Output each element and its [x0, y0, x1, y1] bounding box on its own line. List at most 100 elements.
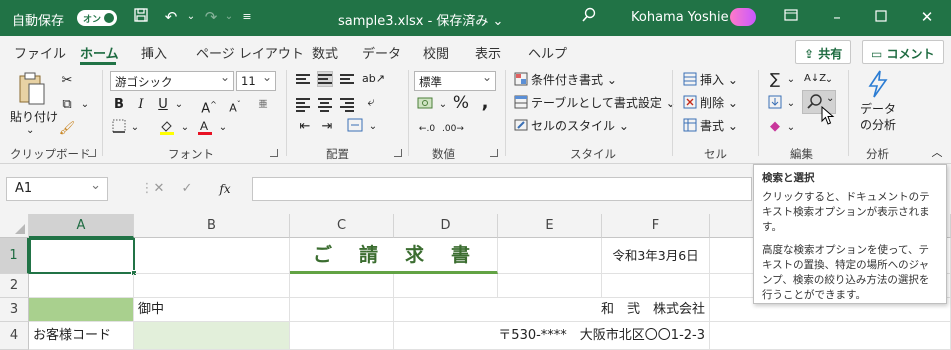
maximize-icon[interactable] — [870, 7, 892, 27]
phonetic-icon[interactable]: 亜 — [254, 96, 272, 114]
name-box[interactable]: A1 — [6, 177, 108, 201]
customize-qat-icon[interactable]: ≡ — [236, 7, 258, 27]
collapse-ribbon-icon[interactable]: ︿ — [928, 144, 946, 162]
cell-e1[interactable] — [498, 238, 602, 274]
customer-code-input[interactable] — [134, 322, 290, 350]
increase-font-icon[interactable]: A^ — [200, 96, 218, 116]
tab-page-layout[interactable]: ページ レイアウト — [196, 43, 304, 62]
clipboard-launcher-icon[interactable] — [88, 149, 96, 157]
row-header-3[interactable]: 3 — [0, 298, 29, 322]
comma-style-icon[interactable]: , — [476, 94, 494, 112]
align-right-icon[interactable] — [340, 96, 354, 114]
undo-icon[interactable]: ↶ — [160, 7, 182, 27]
cell-c3[interactable] — [290, 298, 394, 322]
borders-dropdown-icon[interactable]: ⌄ — [126, 119, 144, 137]
font-size-select[interactable]: 11 — [236, 70, 276, 91]
format-as-table-button[interactable]: テーブルとして書式設定 ⌄ — [514, 94, 676, 112]
row-header-2[interactable]: 2 — [0, 274, 29, 298]
row-header-4[interactable]: 4 — [0, 322, 29, 350]
number-launcher-icon[interactable] — [490, 149, 498, 157]
number-format-select[interactable]: 標準 — [414, 70, 496, 91]
tab-review[interactable]: 校閲 — [423, 43, 449, 62]
cell-f2[interactable] — [602, 274, 710, 298]
save-icon[interactable] — [130, 7, 152, 28]
currency-icon[interactable] — [416, 96, 434, 114]
increase-decimal-icon[interactable]: ←.0 — [418, 120, 436, 138]
column-header-a[interactable]: A — [29, 214, 134, 238]
increase-indent-icon[interactable]: ⇥ — [318, 118, 336, 136]
autosum-dropdown-icon[interactable]: ⌄ — [782, 71, 800, 89]
cut-icon[interactable]: ✂ — [58, 72, 76, 90]
cell-a3[interactable] — [29, 298, 134, 322]
invoice-title[interactable]: ご 請 求 書 — [290, 238, 498, 274]
cell-b3-suffix[interactable]: 御中 — [134, 298, 290, 322]
conditional-formatting-button[interactable]: 条件付き書式 ⌄ — [514, 71, 617, 89]
autosave-toggle[interactable]: オン — [77, 10, 117, 26]
font-launcher-icon[interactable] — [270, 149, 278, 157]
cell-c4[interactable] — [290, 322, 394, 350]
orientation-icon[interactable]: ab↗ — [362, 70, 385, 88]
tab-view[interactable]: 表示 — [475, 43, 501, 62]
column-header-f[interactable]: F — [602, 214, 710, 238]
format-painter-icon[interactable]: 🖌 — [58, 120, 76, 138]
cell-b1[interactable] — [135, 238, 290, 274]
formula-input[interactable] — [252, 177, 752, 201]
clear-dropdown-icon[interactable]: ⌄ — [782, 119, 800, 137]
cell-a1[interactable] — [29, 238, 135, 274]
cancel-icon[interactable]: ✕ — [150, 180, 168, 198]
cell-styles-button[interactable]: セルのスタイル ⌄ — [514, 117, 629, 135]
column-header-c[interactable]: C — [290, 214, 394, 238]
decrease-font-icon[interactable]: Aˇ — [226, 96, 244, 115]
tab-data[interactable]: データ — [362, 43, 401, 62]
font-name-select[interactable]: 游ゴシック — [110, 70, 234, 91]
delete-cells-button[interactable]: 削除 ⌄ — [683, 94, 738, 112]
minimize-icon[interactable]: – — [826, 7, 848, 27]
insert-function-icon[interactable]: fx — [216, 180, 234, 198]
font-color-dropdown-icon[interactable]: ⌄ — [214, 119, 232, 137]
tab-home[interactable]: ホーム — [80, 43, 119, 62]
share-button[interactable]: ⇪ 共有 — [795, 40, 852, 64]
align-center-icon[interactable] — [318, 96, 332, 114]
cell-g4[interactable] — [710, 322, 951, 350]
merge-dropdown-icon[interactable]: ⌄ — [364, 118, 382, 136]
align-bottom-icon[interactable] — [340, 72, 354, 86]
currency-dropdown-icon[interactable]: ⌄ — [434, 96, 452, 114]
ribbon-display-icon[interactable] — [780, 7, 802, 27]
close-icon[interactable]: ✕ — [916, 7, 938, 27]
bold-icon[interactable]: B — [110, 96, 128, 114]
decrease-indent-icon[interactable]: ⇤ — [296, 118, 314, 136]
align-top-icon[interactable] — [296, 72, 310, 86]
company-name[interactable]: 和 弐 株式会社 — [394, 298, 710, 322]
percent-icon[interactable]: % — [452, 94, 470, 112]
cell-b2[interactable] — [134, 274, 290, 298]
copy-dropdown-icon[interactable]: ⌄ — [76, 96, 94, 114]
fill-color-dropdown-icon[interactable]: ⌄ — [176, 119, 194, 137]
copy-icon[interactable]: ⧉ — [58, 96, 76, 114]
sort-filter-dropdown-icon[interactable]: ⌄ — [820, 71, 838, 89]
column-header-d[interactable]: D — [394, 214, 498, 238]
user-name[interactable]: Kohama Yoshie — [631, 10, 729, 25]
invoice-date[interactable]: 令和3年3月6日 — [602, 238, 710, 274]
comments-button[interactable]: ▭ コメント — [862, 40, 944, 64]
analyze-data-button[interactable]: データ の分析 — [856, 70, 900, 140]
tab-insert[interactable]: 挿入 — [141, 43, 167, 62]
align-left-icon[interactable] — [296, 96, 310, 114]
company-address[interactable]: 〒530-**** 大阪市北区〇〇1-2-3 — [394, 322, 710, 350]
column-header-e[interactable]: E — [498, 214, 602, 238]
tab-formulas[interactable]: 数式 — [312, 43, 338, 62]
paste-button[interactable]: 貼り付け ⌄ — [8, 72, 58, 136]
merge-center-icon[interactable] — [346, 118, 364, 136]
tab-help[interactable]: ヘルプ — [528, 43, 567, 62]
enter-icon[interactable]: ✓ — [178, 180, 196, 198]
italic-icon[interactable]: I — [132, 96, 150, 114]
cell-a2[interactable] — [29, 274, 134, 298]
cell-d2[interactable] — [394, 274, 498, 298]
underline-dropdown-icon[interactable]: ⌄ — [170, 96, 188, 114]
select-all-corner[interactable] — [0, 214, 29, 238]
wrap-text-icon[interactable]: ⤶ — [362, 94, 380, 112]
avatar[interactable] — [730, 8, 756, 26]
cell-e2[interactable] — [498, 274, 602, 298]
decrease-decimal-icon[interactable]: .00→ — [442, 120, 464, 138]
fill-color-icon[interactable] — [158, 119, 176, 137]
fill-dropdown-icon[interactable]: ⌄ — [782, 95, 800, 113]
